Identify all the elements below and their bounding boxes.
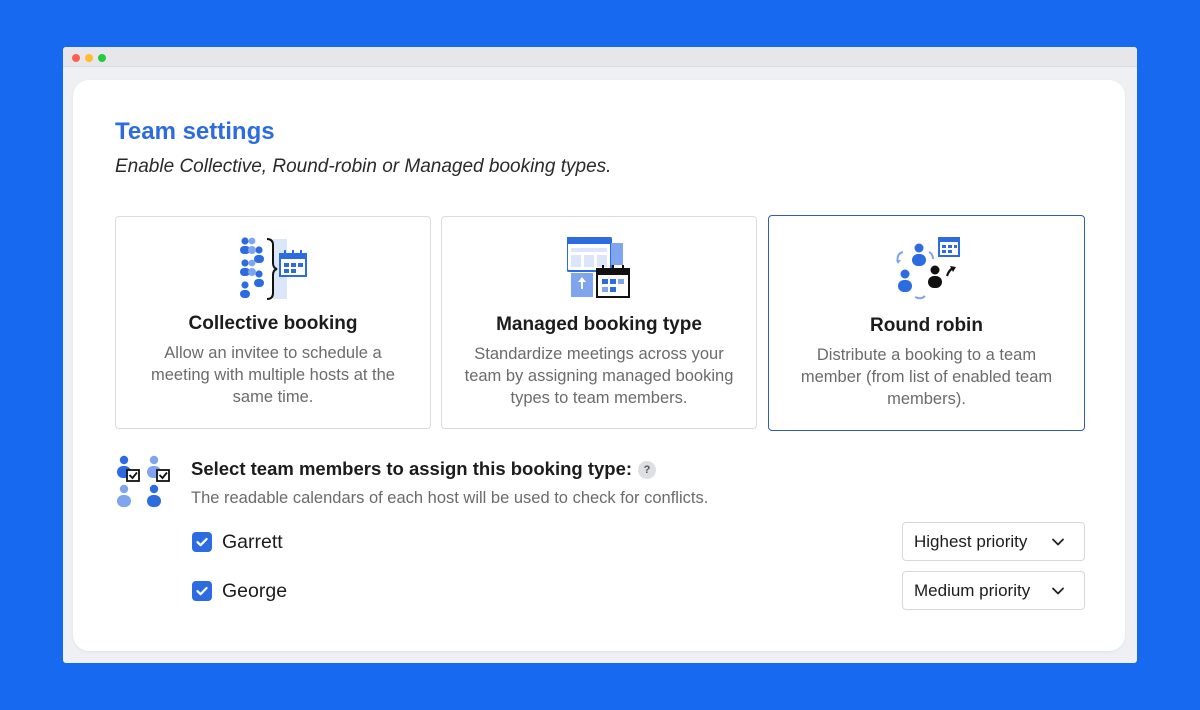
member-checkbox[interactable]	[192, 581, 212, 601]
checkmark-icon	[196, 537, 208, 547]
priority-select[interactable]: Medium priority	[902, 571, 1085, 610]
collective-booking-icon	[240, 237, 307, 300]
managed-booking-icon	[567, 237, 630, 298]
priority-select-value: Highest priority	[914, 532, 1028, 551]
card-description: Distribute a booking to a team member (f…	[800, 346, 1053, 408]
page-subtitle: Enable Collective, Round-robin or Manage…	[115, 156, 612, 177]
member-row: Garrett Highest priority	[191, 522, 1085, 562]
assign-members-description: The readable calendars of each host will…	[191, 489, 709, 507]
priority-select[interactable]: Highest priority	[902, 522, 1085, 561]
card-title: Collective booking	[188, 313, 358, 334]
member-checkbox[interactable]	[192, 532, 212, 552]
member-name: Garrett	[222, 531, 283, 553]
round-robin-icon	[895, 237, 960, 300]
minimize-window-button[interactable]	[85, 54, 93, 62]
window-titlebar	[63, 47, 1137, 67]
team-settings-panel: Team settings Enable Collective, Round-r…	[73, 80, 1125, 651]
page-title: Team settings	[115, 118, 275, 145]
help-icon[interactable]: ?	[638, 461, 657, 479]
browser-window: Team settings Enable Collective, Round-r…	[63, 47, 1137, 663]
assign-members-title-text: Select team members to assign this booki…	[191, 458, 633, 479]
card-title: Managed booking type	[496, 314, 702, 335]
card-description: Standardize meetings across your team by…	[464, 345, 734, 407]
card-description: Allow an invitee to schedule a meeting w…	[151, 344, 395, 406]
member-row: George Medium priority	[191, 571, 1085, 611]
team-members-icon	[117, 455, 170, 507]
booking-type-card-round-robin[interactable]: Round robin Distribute a booking to a te…	[768, 215, 1085, 431]
card-title: Round robin	[870, 315, 983, 336]
chevron-down-icon	[1052, 587, 1064, 595]
booking-type-card-collective[interactable]: Collective booking Allow an invitee to s…	[115, 216, 431, 429]
priority-select-value: Medium priority	[914, 581, 1031, 600]
checkmark-icon	[196, 586, 208, 596]
chevron-down-icon	[1052, 538, 1064, 546]
assign-members-title: Select team members to assign this booki…	[191, 458, 657, 480]
close-window-button[interactable]	[72, 54, 80, 62]
maximize-window-button[interactable]	[98, 54, 106, 62]
member-name: George	[222, 580, 288, 602]
booking-type-card-managed[interactable]: Managed booking type Standardize meeting…	[441, 216, 757, 429]
